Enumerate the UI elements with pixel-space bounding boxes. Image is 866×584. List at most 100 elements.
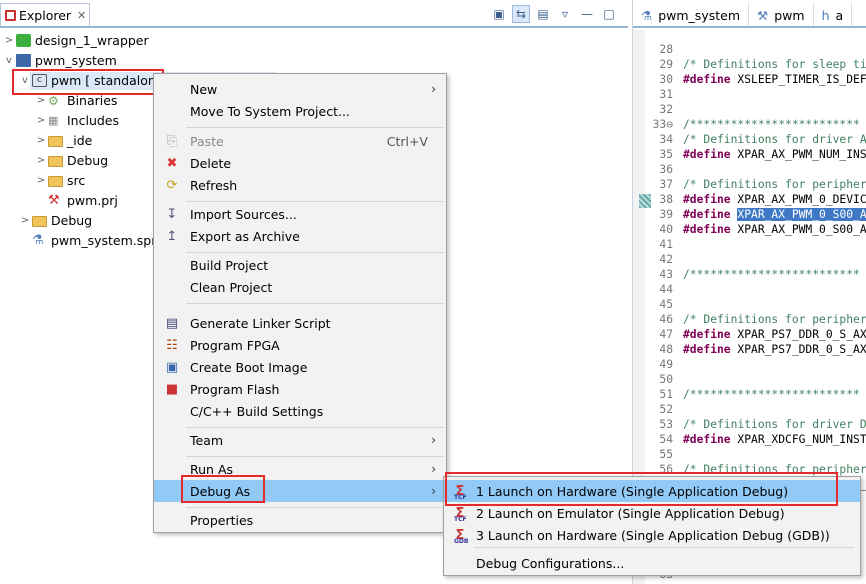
submenu-arrow-icon: › bbox=[431, 462, 436, 476]
keyword: #define bbox=[683, 223, 731, 236]
line-number: 43 bbox=[659, 268, 673, 281]
flask-icon: ⚗ bbox=[641, 7, 653, 23]
submenu-arrow-icon: › bbox=[431, 484, 436, 498]
collapsed-icon[interactable]: > bbox=[34, 95, 48, 106]
line-number: 41 bbox=[659, 238, 673, 251]
submenu-item[interactable]: Debug Configurations... bbox=[444, 552, 860, 574]
submenu-item[interactable]: Σ GDB 3 Launch on Hardware (Single Applica… bbox=[444, 524, 860, 546]
code-line[interactable]: #define XPAR_AX_PWM_0_DEVIC bbox=[683, 192, 866, 207]
tree-item[interactable]: > Debug bbox=[18, 210, 92, 230]
system-icon bbox=[16, 53, 31, 67]
tree-item[interactable]: ⚗ pwm_system.sprj bbox=[18, 230, 160, 250]
line-number: 37 bbox=[659, 178, 673, 191]
tree-item-label: design_1_wrapper bbox=[35, 32, 149, 48]
line-number: 30 bbox=[659, 73, 673, 86]
tree-item[interactable]: > src bbox=[34, 170, 85, 190]
line-number: 29 bbox=[659, 58, 673, 71]
line-number: 49 bbox=[659, 358, 673, 371]
tree-item[interactable]: > ▦ Includes bbox=[34, 110, 119, 130]
menu-item-label: Paste bbox=[190, 133, 224, 149]
tool-icon: ⚒ bbox=[48, 192, 60, 208]
keyword: #define bbox=[683, 343, 731, 356]
tree-item[interactable]: > design_1_wrapper bbox=[2, 30, 149, 50]
menu-item-program-fpga[interactable]: ☷ Program FPGA bbox=[154, 334, 446, 356]
code-line[interactable]: #define XSLEEP_TIMER_IS_DEF bbox=[683, 72, 866, 87]
collapsed-icon[interactable]: > bbox=[34, 135, 48, 146]
code-text: /************************* bbox=[683, 268, 860, 281]
editor-tab[interactable]: ⚒ pwm bbox=[749, 3, 814, 27]
annotation-highlight-launch bbox=[445, 472, 838, 506]
line-number: 44 bbox=[659, 283, 673, 296]
line-number: 51 bbox=[659, 388, 673, 401]
folder-icon bbox=[48, 155, 63, 167]
tree-item[interactable]: > Debug bbox=[34, 150, 108, 170]
code-line[interactable]: #define XPAR_XDCFG_NUM_INST bbox=[683, 432, 866, 447]
menu-separator bbox=[186, 252, 444, 253]
annotation-highlight-debug-as bbox=[181, 475, 265, 503]
view-menu-icon[interactable]: ▿ bbox=[556, 5, 574, 23]
tree-item[interactable]: v pwm_system bbox=[2, 50, 117, 70]
code-line[interactable]: #define XPAR_AX_PWM_0_S00_A bbox=[683, 222, 866, 237]
menu-item-label: Delete bbox=[190, 155, 232, 171]
menu-item-clean-project[interactable]: Clean Project bbox=[154, 276, 446, 298]
menu-item-program-flash[interactable]: ■ Program Flash bbox=[154, 378, 446, 400]
collapsed-icon[interactable]: > bbox=[2, 35, 16, 46]
workbench: Explorer ✕ ▣ ⇆ ▤ ▿ — □ > design_1_wrapper… bbox=[0, 0, 866, 584]
minimize-icon[interactable]: — bbox=[578, 5, 596, 23]
menu-item-paste[interactable]: ⎘ Paste Ctrl+V bbox=[154, 130, 446, 152]
close-icon[interactable]: ✕ bbox=[77, 9, 86, 22]
code-line[interactable]: /* Definitions for peripher bbox=[683, 312, 866, 327]
explorer-tab[interactable]: Explorer ✕ bbox=[0, 3, 90, 27]
collapsed-icon[interactable]: > bbox=[18, 215, 32, 226]
maximize-icon[interactable]: □ bbox=[600, 5, 618, 23]
code-text: XPAR_PS7_DDR_0_S_AX bbox=[730, 343, 866, 356]
keyword: #define bbox=[683, 328, 731, 341]
boot-image-icon: ▣ bbox=[165, 359, 179, 375]
editor-tab[interactable]: ha bbox=[814, 3, 853, 27]
code-line[interactable]: /* Definitions for driver D bbox=[683, 417, 866, 432]
collapsed-icon[interactable]: > bbox=[34, 175, 48, 186]
tree-item[interactable]: > _ide bbox=[34, 130, 93, 150]
menu-item-team[interactable]: Team › bbox=[154, 429, 446, 451]
fpga-icon: ☷ bbox=[166, 337, 178, 353]
code-line[interactable]: #define XPAR_PS7_DDR_0_S_AX bbox=[683, 342, 866, 357]
filter-icon[interactable]: ▤ bbox=[534, 5, 552, 23]
code-text: /* Definitions for driver D bbox=[683, 418, 866, 431]
collapse-all-icon[interactable]: ▣ bbox=[490, 5, 508, 23]
code-line[interactable]: /************************* bbox=[683, 117, 860, 132]
code-line[interactable]: /* Definitions for sleep ti bbox=[683, 57, 866, 72]
collapsed-icon[interactable]: > bbox=[34, 115, 48, 126]
code-line[interactable]: #define XPAR_AX_PWM_0_S00_A bbox=[683, 207, 866, 222]
menu-item-properties[interactable]: Properties bbox=[154, 509, 446, 531]
menu-separator bbox=[186, 201, 444, 202]
menu-item-refresh[interactable]: ⟳ Refresh bbox=[154, 174, 446, 196]
menu-item-export-as-archive[interactable]: ↥ Export as Archive bbox=[154, 225, 446, 247]
code-text: XPAR_PS7_DDR_0_S_AX bbox=[730, 328, 866, 341]
menu-item-create-boot-image[interactable]: ▣ Create Boot Image bbox=[154, 356, 446, 378]
link-with-editor-icon[interactable]: ⇆ bbox=[512, 5, 530, 23]
menu-item-move-to-system-project[interactable]: Move To System Project... bbox=[154, 100, 446, 122]
line-number: 42 bbox=[659, 253, 673, 266]
collapsed-icon[interactable]: > bbox=[34, 155, 48, 166]
code-line[interactable]: /************************* bbox=[683, 387, 860, 402]
code-line[interactable]: /************************* bbox=[683, 267, 860, 282]
keyword: #define bbox=[683, 73, 731, 86]
menu-item-c-c-build-settings[interactable]: C/C++ Build Settings bbox=[154, 400, 446, 422]
menu-item-delete[interactable]: ✖ Delete bbox=[154, 152, 446, 174]
code-line[interactable]: /* Definitions for driver A bbox=[683, 132, 866, 147]
menu-item-generate-linker-script[interactable]: ▤ Generate Linker Script bbox=[154, 312, 446, 334]
tree-item[interactable]: ⚒ pwm.prj bbox=[34, 190, 118, 210]
expanded-icon[interactable]: v bbox=[2, 55, 16, 66]
menu-item-import-sources[interactable]: ↧ Import Sources... bbox=[154, 203, 446, 225]
menu-item-new[interactable]: New › bbox=[154, 78, 446, 100]
code-line[interactable]: #define XPAR_AX_PWM_NUM_INS bbox=[683, 147, 866, 162]
binaries-icon: ⚙ bbox=[48, 93, 59, 108]
line-number: 40 bbox=[659, 223, 673, 236]
code-line[interactable]: #define XPAR_PS7_DDR_0_S_AX bbox=[683, 327, 866, 342]
menu-shortcut: Ctrl+V bbox=[386, 133, 428, 149]
editor-tab[interactable]: ⚗ pwm_system bbox=[633, 3, 749, 27]
code-line[interactable]: /* Definitions for peripher bbox=[683, 177, 866, 192]
menu-item-build-project[interactable]: Build Project bbox=[154, 254, 446, 276]
editor-tab-underline bbox=[633, 26, 866, 28]
tree-item-label: pwm.prj bbox=[67, 192, 118, 208]
